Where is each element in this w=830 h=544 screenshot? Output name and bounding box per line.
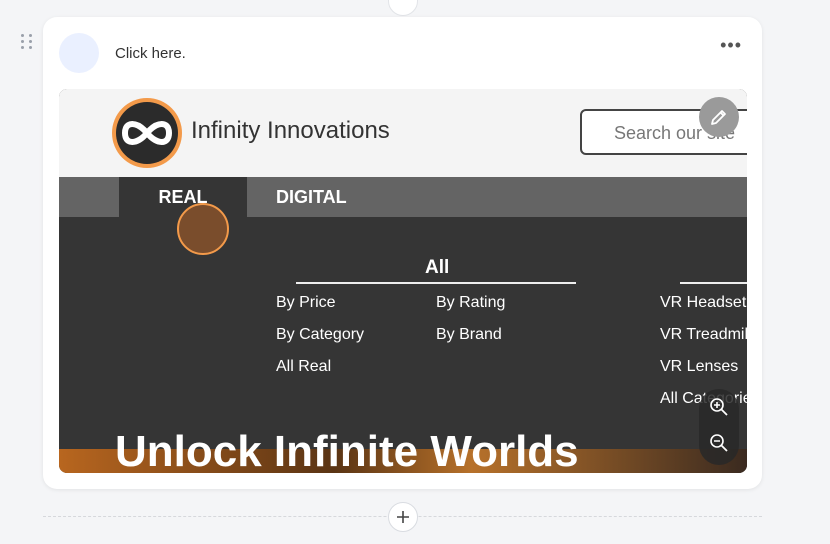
add-step-button-top[interactable] (388, 0, 418, 16)
menu-link-vr-headset[interactable]: VR Headset (660, 294, 746, 312)
brand-name: Infinity Innovations (191, 117, 390, 144)
zoom-in-icon[interactable] (707, 395, 731, 419)
menu-link-by-brand[interactable]: By Brand (436, 326, 502, 344)
brand-logo (111, 97, 183, 169)
more-options-icon[interactable]: ••• (720, 36, 742, 54)
menu-link-all-real[interactable]: All Real (276, 358, 331, 376)
hero-heading: Unlock Infinite Worlds (115, 427, 579, 473)
menu-link-by-rating[interactable]: By Rating (436, 294, 505, 312)
zoom-controls (699, 389, 739, 465)
drag-handle-icon[interactable] (21, 34, 33, 50)
mega-menu-underline-right (680, 282, 747, 284)
pencil-icon[interactable] (699, 97, 739, 137)
step-screenshot: Infinity Innovations Search our site REA… (59, 89, 747, 473)
site-nav: REAL DIGITAL (59, 177, 747, 217)
site-header: Infinity Innovations Search our site (59, 89, 747, 177)
add-step-button[interactable] (388, 502, 418, 532)
menu-link-by-category[interactable]: By Category (276, 326, 364, 344)
plus-icon (397, 511, 409, 523)
menu-link-by-price[interactable]: By Price (276, 294, 336, 312)
step-avatar (59, 33, 99, 73)
menu-link-vr-treadmill[interactable]: VR Treadmill (660, 326, 747, 344)
mega-menu-underline (296, 282, 576, 284)
click-indicator (177, 203, 229, 255)
menu-link-vr-lenses[interactable]: VR Lenses (660, 358, 738, 376)
step-instruction[interactable]: Click here. (115, 45, 186, 62)
step-card: Click here. ••• Infinity Innovations Sea… (43, 17, 762, 489)
zoom-out-icon[interactable] (707, 431, 731, 455)
mega-menu-title[interactable]: All (425, 257, 449, 279)
nav-item-digital[interactable]: DIGITAL (276, 187, 347, 208)
